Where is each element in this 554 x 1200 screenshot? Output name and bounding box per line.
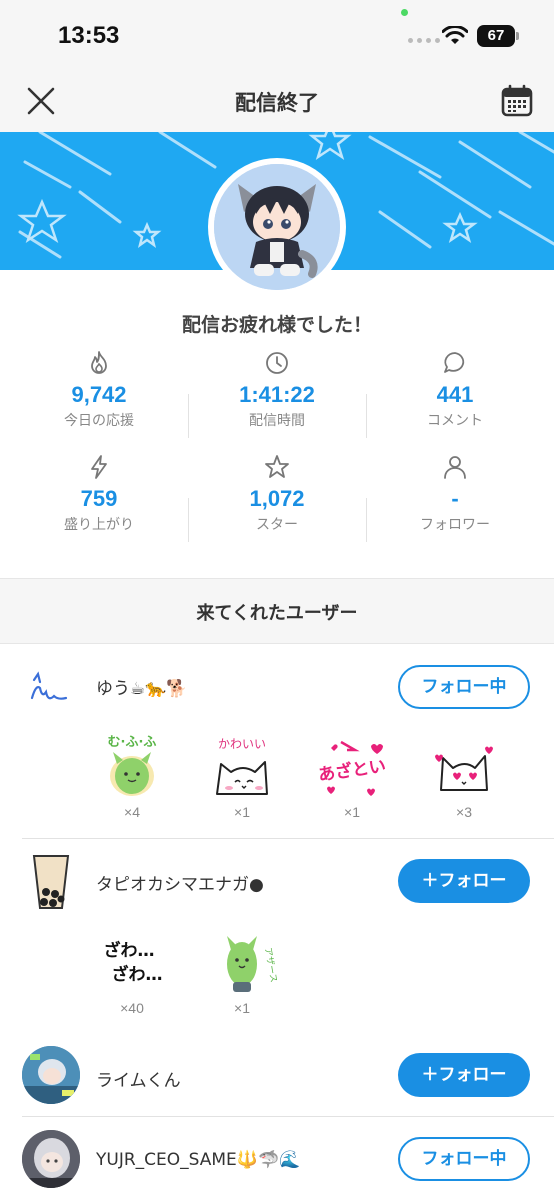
status-bar: 13:53 67 xyxy=(0,0,554,70)
sticker-count: ×1 xyxy=(234,1000,250,1016)
stat-followers: - フォロワー xyxy=(366,454,544,534)
bubble-tea-image xyxy=(32,855,70,909)
sticker-text: かわいい xyxy=(218,737,266,751)
sticker-text: アザース xyxy=(262,947,277,984)
stat-label: 今日の応援 xyxy=(64,413,134,429)
clock-icon xyxy=(266,352,288,374)
stat-today-support: 9,742 今日の応援 xyxy=(10,350,188,430)
heart-eyes-cat-sticker: ×3 xyxy=(424,730,504,820)
streamer-avatar xyxy=(208,158,346,296)
stat-label: コメント xyxy=(427,413,483,429)
sticker-count: ×3 xyxy=(456,804,472,820)
fire-icon xyxy=(91,351,107,374)
stat-value: 1,072 xyxy=(249,486,305,511)
stat-label: スター xyxy=(256,517,298,533)
comment-icon xyxy=(444,352,465,373)
wifi-icon xyxy=(442,26,468,44)
sticker-count: ×1 xyxy=(234,804,250,820)
avatar-anime-image xyxy=(22,1046,80,1104)
stat-value: 9,742 xyxy=(71,382,127,407)
sticker-count: ×1 xyxy=(344,804,360,820)
chibi-character-image xyxy=(214,164,340,290)
battery-level: 67 xyxy=(477,25,515,47)
mufufu-sticker: む·ふ·ふ ×4 xyxy=(92,730,172,820)
star-icon xyxy=(265,455,289,478)
stat-stream-time: 1:41:22 配信時間 xyxy=(188,350,366,430)
sticker-count: ×40 xyxy=(120,1000,144,1016)
kawaii-cat-sticker: かわいい ×1 xyxy=(202,730,282,820)
user-name: ゆう☕🐆🐕 xyxy=(96,679,188,699)
stat-excitement: 759 盛り上がり xyxy=(10,454,188,534)
section-header: 来てくれたユーザー xyxy=(0,578,554,644)
avatar-doodle-image xyxy=(30,671,68,700)
stat-value: 441 xyxy=(436,382,474,407)
section-title: 来てくれたユーザー xyxy=(196,603,358,624)
following-button[interactable]: フォロー中 xyxy=(398,665,530,709)
atozatoi-sticker: あざとい ×1 xyxy=(312,730,392,820)
azasu-sticker: アザース ×1 xyxy=(202,926,282,1016)
person-icon xyxy=(444,456,466,479)
avatar[interactable] xyxy=(22,1130,80,1188)
calendar-icon[interactable] xyxy=(500,84,534,118)
avatar[interactable] xyxy=(22,852,80,910)
stat-value: - xyxy=(451,486,459,511)
user-name: ライムくん xyxy=(96,1071,181,1091)
user-name: YUJR_CEO_SAME🔱🦈🌊 xyxy=(96,1150,301,1170)
header: 配信終了 xyxy=(0,70,554,132)
stat-label: 配信時間 xyxy=(249,413,305,429)
following-button[interactable]: フォロー中 xyxy=(398,1137,530,1181)
avatar[interactable] xyxy=(22,1046,80,1104)
sticker-text: ざわ… xyxy=(104,940,155,961)
user-name: タピオカシマエナガ● xyxy=(96,875,264,895)
avatar-anime-image xyxy=(22,1130,80,1188)
greeting-message: 配信お疲れ様でした！ xyxy=(181,314,372,336)
sticker-text: ざわ… xyxy=(112,964,163,985)
stat-value: 759 xyxy=(80,486,118,511)
stat-comments: 441 コメント xyxy=(366,350,544,430)
stat-stars: 1,072 スター xyxy=(188,454,366,534)
sticker-text: む·ふ·ふ xyxy=(108,735,157,750)
cellular-signal-icon xyxy=(408,38,440,43)
status-time: 13:53 xyxy=(58,22,120,49)
stat-label: フォロワー xyxy=(420,517,490,533)
stat-value: 1:41:22 xyxy=(239,382,315,407)
avatar[interactable] xyxy=(22,658,80,716)
page-title: 配信終了 xyxy=(235,91,319,115)
battery-icon: 67 xyxy=(477,25,519,47)
zawa-zawa-sticker: ざわ… ざわ… ×40 xyxy=(92,926,172,1016)
stat-label: 盛り上がり xyxy=(64,517,134,533)
follow-button[interactable]: ＋フォロー xyxy=(398,859,530,903)
sticker-count: ×4 xyxy=(124,804,140,820)
lightning-icon xyxy=(91,455,107,479)
follow-button[interactable]: ＋フォロー xyxy=(398,1053,530,1097)
camera-indicator-dot xyxy=(401,9,408,16)
sticker-text: あざとい xyxy=(317,755,387,785)
